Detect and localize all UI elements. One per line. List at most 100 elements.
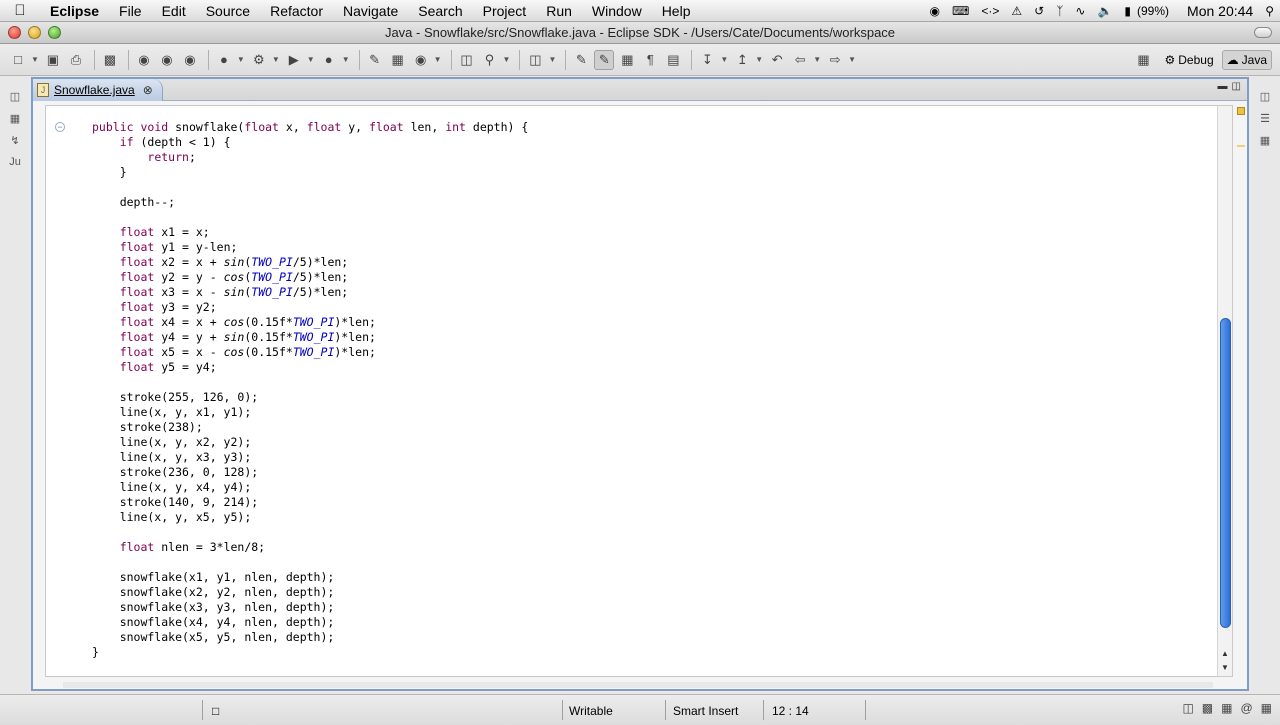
fold-collapse-icon[interactable]: − — [55, 122, 65, 132]
code-line[interactable]: } — [92, 645, 528, 660]
new-java-project-icon[interactable]: ✎ — [365, 50, 385, 70]
code-line[interactable] — [92, 555, 528, 570]
forward-dropdown-icon[interactable]: ▼ — [848, 55, 856, 64]
spotlight-icon[interactable]: ⚲ — [1259, 0, 1280, 22]
scroll-up-icon[interactable]: ▲ — [1221, 649, 1229, 658]
menu-refactor[interactable]: Refactor — [260, 0, 333, 22]
code-line[interactable]: snowflake(x4, y4, nlen, depth); — [92, 615, 528, 630]
bluetooth-icon[interactable]: ᛉ — [1050, 0, 1069, 22]
code-line[interactable]: } — [92, 165, 528, 180]
menu-help[interactable]: Help — [652, 0, 701, 22]
code-line[interactable]: line(x, y, x4, y4); — [92, 480, 528, 495]
code-line[interactable]: snowflake(x2, y2, nlen, depth); — [92, 585, 528, 600]
folder-dropdown-icon[interactable]: ▼ — [548, 55, 556, 64]
server-icon[interactable]: ◉ — [180, 50, 200, 70]
vertical-scrollbar[interactable]: ▲ ▼ — [1217, 106, 1232, 676]
restore-icon[interactable]: ◫ — [7, 90, 23, 106]
menu-run[interactable]: Run — [536, 0, 582, 22]
task-list-icon[interactable]: ▦ — [1257, 134, 1273, 150]
code-line[interactable] — [92, 375, 528, 390]
next-annotation-icon[interactable]: ↧ — [697, 50, 717, 70]
code-line[interactable]: snowflake(x3, y3, nlen, depth); — [92, 600, 528, 615]
run-dropdown-icon[interactable]: ▼ — [307, 55, 315, 64]
keyboard-icon[interactable]: ⌨ — [946, 0, 975, 22]
code-line[interactable]: line(x, y, x2, y2); — [92, 435, 528, 450]
new-class-dropdown-icon[interactable]: ▼ — [434, 55, 442, 64]
pencil-icon[interactable]: ✎ — [571, 50, 591, 70]
external-dropdown-icon[interactable]: ▼ — [342, 55, 350, 64]
run-icon[interactable]: ▶ — [284, 50, 304, 70]
code-line[interactable]: if (depth < 1) { — [92, 135, 528, 150]
menu-app-name[interactable]: Eclipse — [40, 0, 109, 22]
forward-icon[interactable]: ⇨ — [825, 50, 845, 70]
code-line[interactable]: stroke(238); — [92, 420, 528, 435]
code-icon[interactable]: <·> — [975, 0, 1005, 22]
volume-icon[interactable]: 🔈 — [1091, 0, 1118, 22]
toolbar-toggle-button[interactable] — [1254, 27, 1272, 38]
code-line[interactable]: stroke(140, 9, 214); — [92, 495, 528, 510]
toggle-format-icon[interactable]: ▤ — [663, 50, 683, 70]
code-line[interactable]: float y5 = y4; — [92, 360, 528, 375]
code-editor[interactable]: − public void snowflake(float x, float y… — [45, 105, 1233, 677]
code-line[interactable]: float y3 = y2; — [92, 300, 528, 315]
scroll-down-icon[interactable]: ▼ — [1221, 663, 1229, 672]
hierarchy-icon[interactable]: ↯ — [7, 134, 23, 150]
menu-window[interactable]: Window — [582, 0, 652, 22]
horizontal-scrollbar[interactable] — [63, 682, 1213, 688]
code-line[interactable]: float y1 = y-len; — [92, 240, 528, 255]
code-line[interactable]: float x2 = x + sin(TWO_PI/5)*len; — [92, 255, 528, 270]
status-insert-mode[interactable]: Smart Insert — [673, 701, 738, 721]
console-icon[interactable]: ▩ — [1202, 701, 1213, 715]
declaration-icon[interactable]: ▦ — [1261, 701, 1272, 715]
debug-icon[interactable]: ⚙ — [249, 50, 269, 70]
restore-right-icon[interactable]: ◫ — [1257, 90, 1273, 106]
skip-dropdown-icon[interactable]: ▼ — [237, 55, 245, 64]
new-icon[interactable]: □ — [8, 50, 28, 70]
code-line[interactable]: return; — [92, 150, 528, 165]
menu-navigate[interactable]: Navigate — [333, 0, 408, 22]
terminal-icon[interactable]: ▩ — [100, 50, 120, 70]
code-line[interactable]: snowflake(x1, y1, nlen, depth); — [92, 570, 528, 585]
block-selection-icon[interactable]: ▦ — [617, 50, 637, 70]
new-class-icon[interactable]: ◉ — [411, 50, 431, 70]
mark-occurrences-icon[interactable]: ✎ — [594, 49, 615, 70]
new-item-icon[interactable]: □ — [212, 701, 219, 721]
code-line[interactable]: snowflake(x5, y5, nlen, depth); — [92, 630, 528, 645]
back-dropdown-icon[interactable]: ▼ — [813, 55, 821, 64]
time-machine-icon[interactable]: ↺ — [1028, 0, 1050, 22]
code-line[interactable]: stroke(236, 0, 128); — [92, 465, 528, 480]
junit-icon[interactable]: Ju — [7, 156, 23, 172]
last-edit-icon[interactable]: ↶ — [767, 50, 787, 70]
code-line[interactable] — [92, 210, 528, 225]
prev-annotation-dropdown-icon[interactable]: ▼ — [755, 55, 763, 64]
minimize-icon[interactable]: ▬ — [1218, 81, 1228, 92]
next-annotation-dropdown-icon[interactable]: ▼ — [720, 55, 728, 64]
code-line[interactable]: line(x, y, x5, y5); — [92, 510, 528, 525]
alert-icon[interactable]: ⚠ — [1005, 0, 1028, 22]
code-line[interactable]: line(x, y, x1, y1); — [92, 405, 528, 420]
menu-search[interactable]: Search — [408, 0, 472, 22]
code-line[interactable]: float x4 = x + cos(0.15f*TWO_PI)*len; — [92, 315, 528, 330]
wifi-icon[interactable]: ∿ — [1069, 0, 1091, 22]
open-folder-icon[interactable]: ◫ — [525, 50, 545, 70]
web-service-icon[interactable]: ◉ — [157, 50, 177, 70]
external-tools-icon[interactable]: ● — [319, 50, 339, 70]
problems-icon[interactable]: ▦ — [1221, 701, 1232, 715]
new-dropdown-icon[interactable]: ▼ — [31, 55, 39, 64]
overview-occurrence-mark[interactable] — [1237, 145, 1245, 147]
restore-status-icon[interactable]: ◫ — [1182, 701, 1193, 715]
code-line[interactable]: float x5 = x - cos(0.15f*TWO_PI)*len; — [92, 345, 528, 360]
outline-icon[interactable]: ☰ — [1257, 112, 1273, 128]
package-explorer-icon[interactable]: ▦ — [7, 112, 23, 128]
search-dropdown-icon[interactable]: ▼ — [503, 55, 511, 64]
menu-source[interactable]: Source — [196, 0, 260, 22]
globe-icon[interactable]: ◉ — [134, 50, 154, 70]
save-icon[interactable]: ▣ — [43, 50, 63, 70]
open-type-icon[interactable]: ◫ — [457, 50, 477, 70]
debug-perspective-button[interactable]: ⚙ Debug — [1161, 51, 1218, 69]
show-whitespace-icon[interactable]: ¶ — [640, 50, 660, 70]
menu-edit[interactable]: Edit — [152, 0, 196, 22]
back-icon[interactable]: ⇦ — [790, 50, 810, 70]
java-perspective-button[interactable]: ☁ Java — [1221, 49, 1272, 70]
debug-dropdown-icon[interactable]: ▼ — [272, 55, 280, 64]
